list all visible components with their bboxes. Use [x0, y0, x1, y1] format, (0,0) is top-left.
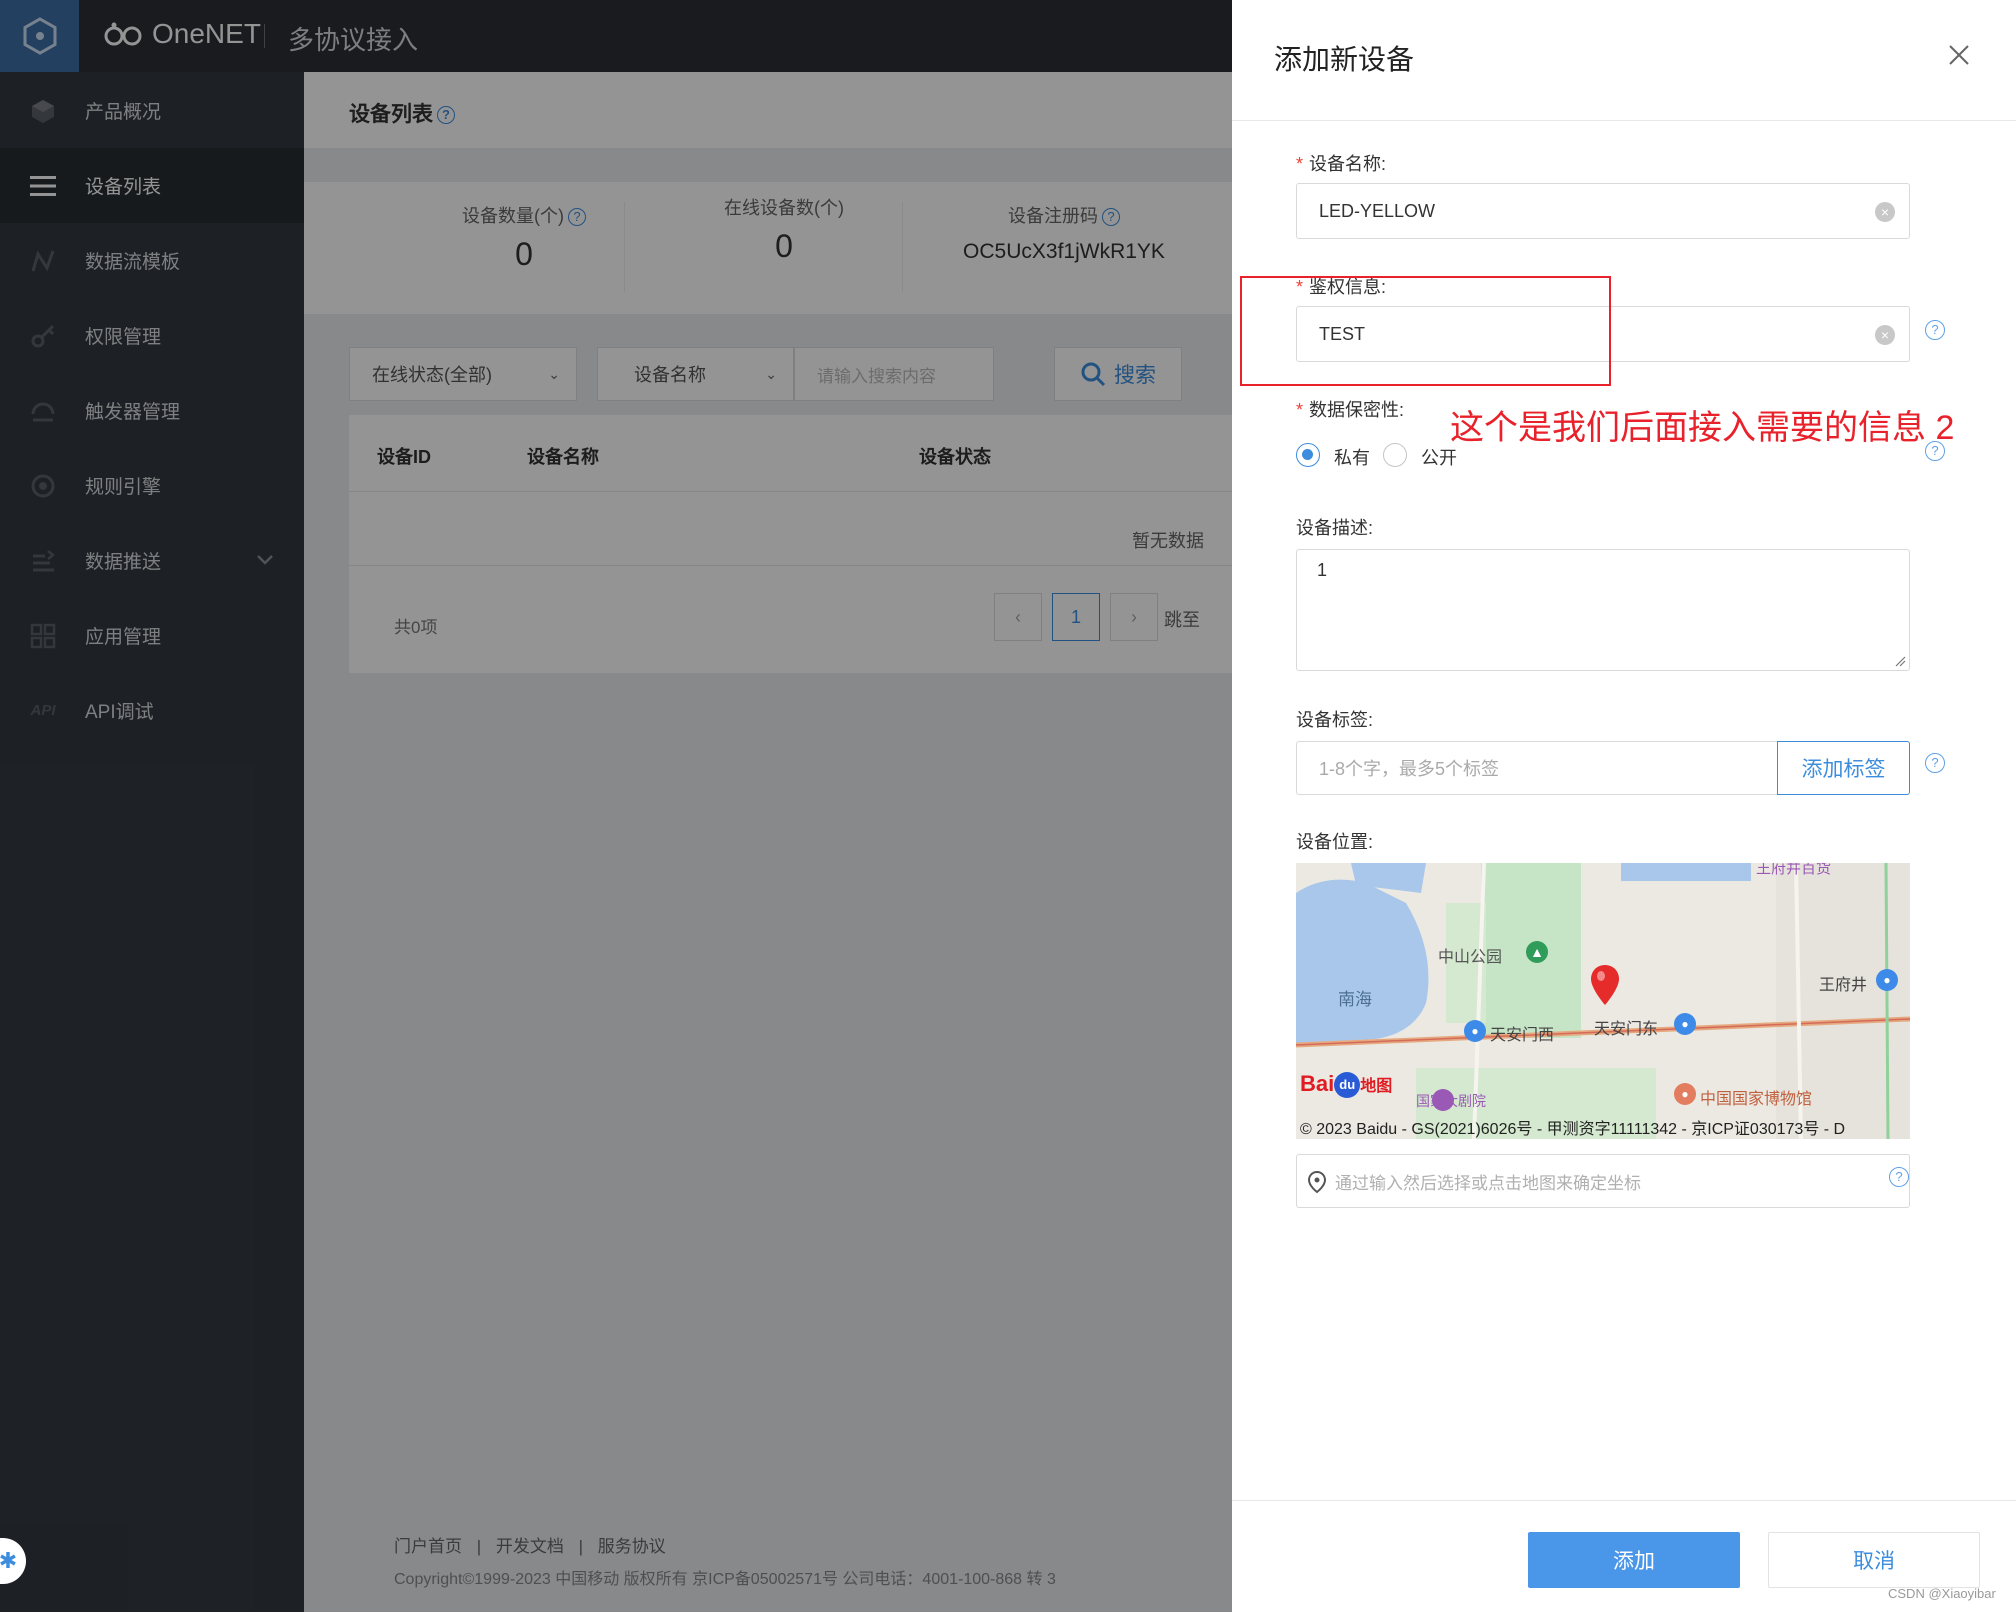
park-icon: ▲ — [1526, 941, 1548, 963]
map-label-wangfujing: 王府井 — [1819, 977, 1868, 994]
museum-icon: ● — [1674, 1083, 1696, 1105]
map-label-nanhai: 南海 — [1338, 990, 1372, 1009]
location-label: 设备位置: — [1296, 832, 1374, 852]
cancel-button[interactable]: 取消 — [1768, 1532, 1980, 1588]
tags-label: 设备标签: — [1296, 710, 1374, 730]
map-copyright: © 2023 Baidu - GS(2021)6026号 - 甲测资字11111… — [1300, 1121, 1846, 1138]
subway-icon: ● — [1464, 1020, 1486, 1042]
watermark: CSDN @Xiaoyibar — [1888, 1586, 1996, 1601]
help-icon[interactable]: ? — [1889, 1167, 1909, 1187]
tags-input[interactable]: 1-8个字，最多5个标签 — [1296, 741, 1778, 795]
modal-overlay[interactable] — [0, 0, 1232, 1612]
subway-icon: ● — [1876, 969, 1898, 991]
add-device-drawer: 添加新设备 * 设备名称: LED-YELLOW × * 鉴权信息: TEST × … — [1232, 0, 2016, 1612]
tags-placeholder: 1-8个字，最多5个标签 — [1319, 759, 1500, 779]
location-pin-icon[interactable] — [1589, 963, 1621, 1007]
description-label: 设备描述: — [1296, 518, 1374, 538]
subway-icon: ● — [1674, 1013, 1696, 1035]
clear-icon[interactable]: × — [1875, 202, 1895, 222]
privacy-public-radio[interactable] — [1383, 443, 1407, 467]
annotation-text: 这个是我们后面接入需要的信息 2 — [1450, 409, 1955, 447]
resize-handle-icon[interactable] — [1894, 655, 1906, 667]
drawer-footer-divider — [1232, 1500, 2016, 1501]
device-name-value: LED-YELLOW — [1319, 200, 1436, 221]
map-label-national-museum: 中国国家博物馆 — [1700, 1091, 1813, 1108]
device-name-input[interactable]: LED-YELLOW × — [1296, 183, 1910, 239]
map-marker-icon — [1307, 1170, 1327, 1194]
theater-icon — [1432, 1089, 1454, 1111]
privacy-private-radio[interactable] — [1296, 443, 1320, 467]
help-icon[interactable]: ? — [1925, 320, 1945, 340]
device-name-label: * 设备名称: — [1296, 154, 1387, 174]
baidu-map-logo: Bai du 地图 — [1300, 1071, 1392, 1099]
privacy-label: * 数据保密性: — [1296, 400, 1405, 420]
map-label-zhongshan-park: 中山公园 — [1438, 949, 1503, 966]
clear-icon[interactable]: × — [1875, 325, 1895, 345]
map-label-wangfujing-store: 王府井百货 — [1756, 863, 1832, 877]
drawer-divider — [1232, 120, 2016, 121]
description-textarea[interactable]: 1 — [1296, 549, 1910, 671]
location-search-input[interactable]: 通过输入然后选择或点击地图来确定坐标 ? — [1296, 1154, 1910, 1208]
add-tag-button[interactable]: 添加标签 — [1777, 741, 1910, 795]
drawer-title: 添加新设备 — [1274, 44, 1415, 75]
location-placeholder: 通过输入然后选择或点击地图来确定坐标 — [1335, 1173, 1641, 1193]
map-label-tiananmen-west: 天安门西 — [1490, 1027, 1555, 1044]
help-icon[interactable]: ? — [1925, 753, 1945, 773]
privacy-private-label: 私有 — [1334, 448, 1370, 468]
description-value: 1 — [1317, 560, 1328, 580]
location-map[interactable]: 中山公园 ▲ 南海 ● 天安门西 天安门东 ● 王府井 ● 王府井百货 ● 中国… — [1296, 863, 1910, 1139]
close-icon[interactable] — [1944, 40, 1974, 70]
map-label-tiananmen-east: 天安门东 — [1594, 1021, 1659, 1038]
annotation-highlight-box — [1240, 276, 1611, 386]
add-button[interactable]: 添加 — [1528, 1532, 1740, 1588]
